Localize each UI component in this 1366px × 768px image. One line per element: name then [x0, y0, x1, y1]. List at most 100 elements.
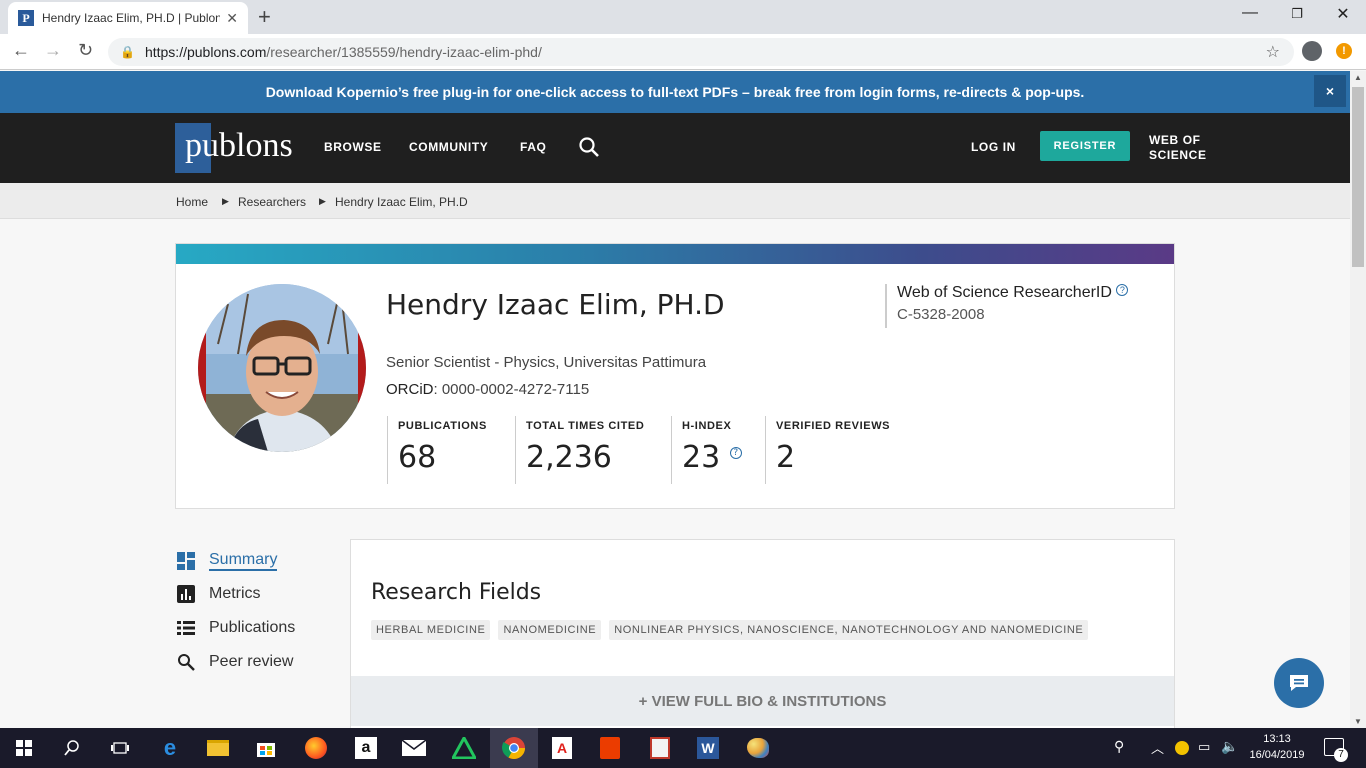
banner-text: Download Kopernio’s free plug-in for one…: [265, 84, 1085, 100]
menu-peer-review[interactable]: Peer review: [177, 653, 293, 671]
researcher-id-box: Web of Science ResearcherID ? C-5328-200…: [885, 284, 1129, 328]
volume-icon[interactable]: 🔈: [1221, 738, 1238, 755]
menu-metrics[interactable]: Metrics: [177, 585, 261, 603]
web-of-science-link[interactable]: WEB OF SCIENCE: [1149, 133, 1219, 163]
chat-icon: [1290, 675, 1308, 691]
browser-tab[interactable]: P Hendry Izaac Elim, PH.D | Publons ✕: [8, 2, 248, 34]
menu-summary[interactable]: Summary: [177, 551, 278, 571]
scrollbar-thumb[interactable]: [1352, 87, 1364, 267]
firefox-icon[interactable]: [292, 728, 340, 768]
site-header: publons BROWSE COMMUNITY FAQ LOG IN REGI…: [0, 113, 1350, 183]
stat-label: VERIFIED REVIEWS: [776, 420, 891, 432]
bar-chart-icon: [177, 585, 195, 603]
profile-card: Hendry Izaac Elim, PH.D Senior Scientist…: [175, 243, 1175, 509]
chevron-up-icon[interactable]: ︿: [1151, 738, 1164, 757]
search-icon[interactable]: [578, 136, 600, 158]
clock[interactable]: 13:13 16/04/2019: [1246, 731, 1308, 763]
stat-total-times-cited[interactable]: TOTAL TIMES CITED 2,236: [515, 416, 644, 484]
nav-faq[interactable]: FAQ: [520, 140, 546, 154]
nav-browse[interactable]: BROWSE: [324, 140, 382, 154]
url-path: /researcher/1385559/hendry-izaac-elim-ph…: [266, 44, 542, 60]
tray-app-icon[interactable]: [1175, 741, 1189, 755]
task-view-icon[interactable]: [96, 728, 144, 768]
windows-taskbar: e a A W ⚲ ︿ ▭ 🔈 13:13 16/04/2019 7: [0, 728, 1366, 768]
browser-tab-bar: P Hendry Izaac Elim, PH.D | Publons ✕ + …: [0, 0, 1366, 34]
nav-community[interactable]: COMMUNITY: [409, 140, 488, 154]
amazon-icon[interactable]: a: [342, 728, 390, 768]
register-button[interactable]: REGISTER: [1040, 131, 1130, 161]
menu-label: Peer review: [209, 653, 294, 670]
menu-label: Metrics: [209, 585, 261, 602]
breadcrumb-researchers[interactable]: Researchers: [238, 195, 306, 209]
stat-value: 68: [398, 440, 437, 475]
word-icon[interactable]: W: [684, 728, 732, 768]
scroll-down-icon[interactable]: ▼: [1354, 717, 1362, 726]
notification-count: 7: [1334, 748, 1348, 762]
dashboard-icon: [177, 552, 195, 570]
publons-logo[interactable]: publons: [175, 123, 293, 173]
chrome-icon[interactable]: [490, 728, 538, 768]
orcid-line: ORCiD: 0000-0002-4272-7115: [386, 381, 589, 398]
orcid-value[interactable]: : 0000-0002-4272-7115: [434, 381, 590, 398]
store-icon[interactable]: [242, 728, 290, 768]
paint-icon[interactable]: [734, 728, 782, 768]
avatar: [198, 284, 366, 452]
page-content: Download Kopernio’s free plug-in for one…: [0, 71, 1350, 728]
mail-icon[interactable]: [390, 728, 438, 768]
forward-icon[interactable]: →: [44, 40, 62, 61]
reload-icon[interactable]: ↻: [78, 40, 93, 61]
orcid-label: ORCiD: [386, 381, 434, 398]
banner-close-button[interactable]: ×: [1314, 75, 1346, 107]
window-close-icon[interactable]: ✕: [1323, 4, 1363, 24]
login-link[interactable]: LOG IN: [971, 140, 1016, 154]
update-alert-icon[interactable]: !: [1336, 43, 1352, 59]
restore-icon[interactable]: ❐: [1277, 6, 1317, 22]
edge-icon[interactable]: e: [146, 728, 194, 768]
research-tag[interactable]: NANOMEDICINE: [498, 620, 602, 640]
researcher-id-value: C-5328-2008: [897, 306, 985, 323]
url-input[interactable]: 🔒 https://publons.com/researcher/1385559…: [108, 38, 1294, 66]
help-icon[interactable]: ?: [729, 447, 742, 459]
stat-label: PUBLICATIONS: [398, 420, 487, 432]
menu-label: Publications: [209, 619, 296, 636]
kopernio-banner[interactable]: Download Kopernio’s free plug-in for one…: [0, 71, 1350, 113]
list-icon: [177, 621, 195, 635]
tab-close-icon[interactable]: ✕: [226, 10, 238, 27]
chat-button[interactable]: [1274, 658, 1324, 708]
chevron-right-icon: ▶: [319, 196, 326, 206]
breadcrumb: Home ▶ Researchers ▶ Hendry Izaac Elim, …: [0, 183, 1350, 219]
stat-h-index[interactable]: H-INDEX 23 ?: [671, 416, 742, 484]
file-explorer-icon[interactable]: [194, 728, 242, 768]
research-tags: HERBAL MEDICINE NANOMEDICINE NONLINEAR P…: [371, 620, 1089, 640]
back-icon[interactable]: ←: [12, 40, 30, 61]
logo-text: publons: [185, 127, 293, 164]
scroll-up-icon[interactable]: ▲: [1354, 73, 1362, 82]
menu-label: Summary: [209, 551, 278, 571]
help-icon[interactable]: ?: [1116, 284, 1129, 296]
people-icon[interactable]: ⚲: [1114, 738, 1124, 755]
battery-icon[interactable]: ▭: [1198, 739, 1210, 755]
url-host: https://publons.com: [144, 44, 267, 60]
researcher-role: Senior Scientist - Physics, Universitas …: [386, 354, 707, 371]
menu-publications[interactable]: Publications: [177, 619, 295, 637]
minimize-icon[interactable]: —: [1230, 4, 1270, 22]
researcher-id-label: Web of Science ResearcherID: [897, 284, 1112, 301]
research-tag[interactable]: HERBAL MEDICINE: [371, 620, 491, 640]
search-icon[interactable]: [48, 728, 96, 768]
researcher-name: Hendry Izaac Elim, PH.D: [386, 288, 725, 321]
clock-time: 13:13: [1263, 733, 1291, 745]
bookmark-star-icon[interactable]: ☆: [1266, 42, 1280, 62]
view-full-bio-button[interactable]: + VIEW FULL BIO & INSTITUTIONS: [351, 676, 1174, 726]
new-tab-icon[interactable]: +: [258, 4, 271, 30]
page-scrollbar[interactable]: ▲ ▼: [1350, 71, 1366, 728]
stat-verified-reviews[interactable]: VERIFIED REVIEWS 2: [765, 416, 890, 484]
breadcrumb-home[interactable]: Home: [176, 195, 208, 209]
pdf-tool-icon[interactable]: [636, 728, 684, 768]
acrobat-icon[interactable]: A: [538, 728, 586, 768]
research-tag[interactable]: NONLINEAR PHYSICS, NANOSCIENCE, NANOTECH…: [609, 620, 1089, 640]
windows-start-icon[interactable]: [0, 728, 48, 768]
office-icon[interactable]: [586, 728, 634, 768]
profile-icon[interactable]: [1302, 41, 1322, 61]
stat-publications[interactable]: PUBLICATIONS 68: [387, 416, 487, 484]
green-triangle-app-icon[interactable]: [440, 728, 488, 768]
